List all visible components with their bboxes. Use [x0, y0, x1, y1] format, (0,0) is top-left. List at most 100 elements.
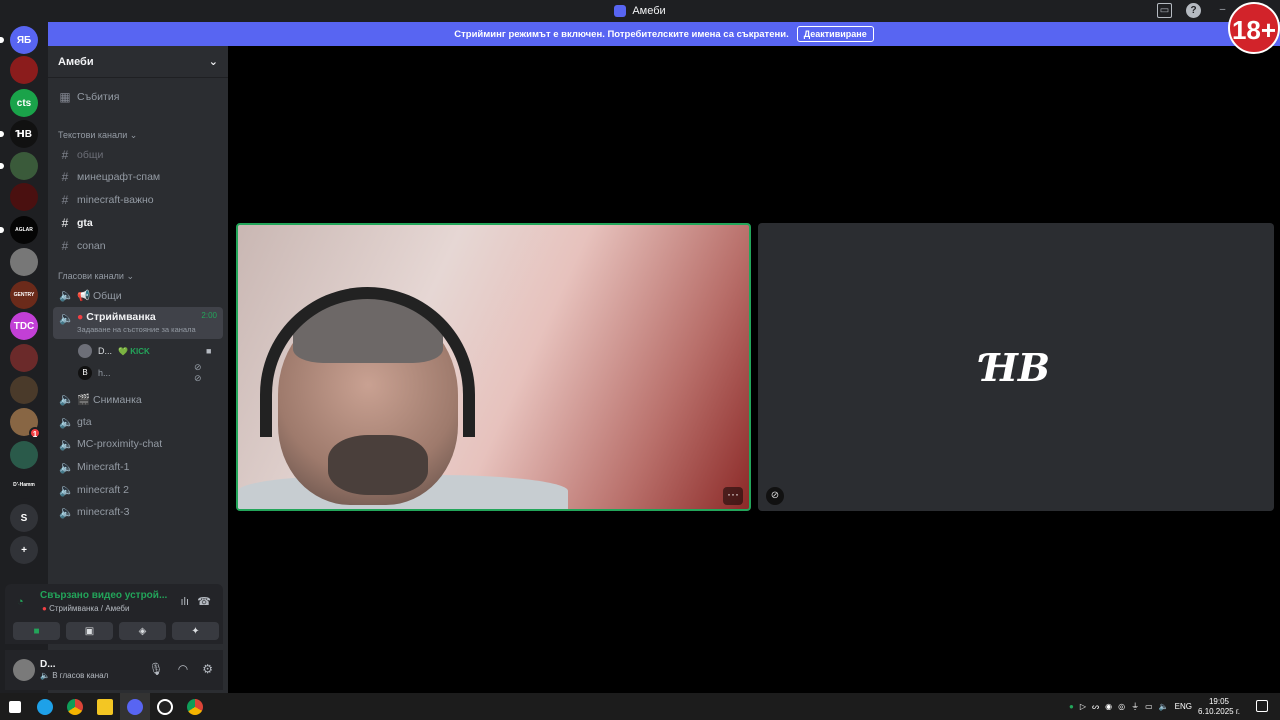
- server-icon[interactable]: ЯБ: [0, 26, 38, 54]
- obs-icon[interactable]: [150, 693, 180, 720]
- hash-icon: #: [61, 170, 69, 184]
- video-tile-avatar[interactable]: ꞪB ⊘: [758, 223, 1274, 511]
- deactivate-button[interactable]: Деактивиране: [796, 26, 874, 42]
- voice-channel-minecraft-2[interactable]: 🔈 minecraft 2: [53, 479, 223, 501]
- server-icon-label: ЯБ: [16, 34, 32, 46]
- voice-channel-mc-proximity[interactable]: 🔈 MC-proximity-chat: [53, 433, 223, 455]
- channel-obshti[interactable]: # общи: [53, 144, 223, 166]
- voice-channels-category[interactable]: Гласови канали ⌄: [58, 271, 134, 282]
- server-icon[interactable]: +: [10, 536, 38, 564]
- channel-conan[interactable]: # conan: [53, 235, 223, 257]
- tray-play-icon[interactable]: ▷: [1080, 702, 1086, 711]
- activities-button[interactable]: ◈: [119, 622, 166, 640]
- voice-channel-streaming[interactable]: 🔈 ● Стриймванка 2:00 Задаване на състоян…: [53, 307, 223, 339]
- live-dot-icon: ●: [77, 311, 84, 323]
- server-icon[interactable]: [10, 248, 38, 276]
- server-icon[interactable]: S: [10, 504, 38, 532]
- streamer-mode-banner: Стрийминг режимът е включен. Потребителс…: [48, 22, 1280, 46]
- server-icon[interactable]: TDC: [10, 312, 38, 340]
- server-icon-label: D'-Hamm: [13, 482, 35, 488]
- title-bar: Амеби ▭ ? –: [0, 0, 1280, 22]
- tray-usb-icon[interactable]: ⏚: [1131, 701, 1139, 712]
- microphone-icon[interactable]: 🎙: [149, 662, 164, 676]
- voice-channel-snimanka[interactable]: 🔈 🎬 Сниманка: [53, 388, 223, 410]
- discord-taskbar-icon[interactable]: [120, 693, 150, 720]
- server-icon[interactable]: [0, 152, 38, 180]
- age-rating-badge: 18+: [1228, 2, 1280, 54]
- voice-channel-minecraft-3[interactable]: 🔈 minecraft-3: [53, 501, 223, 523]
- speaker-icon: 🔈: [59, 415, 74, 429]
- tray-chrome-icon[interactable]: ◉: [1105, 702, 1112, 711]
- soundboard-icon[interactable]: ılı: [180, 596, 189, 608]
- tray-network-icon[interactable]: ▭: [1145, 702, 1153, 711]
- file-explorer-icon[interactable]: [90, 693, 120, 720]
- channel-minecraft-spam[interactable]: # минецрафт-спам: [53, 166, 223, 188]
- channel-status-prompt[interactable]: Задаване на състояние за канала: [77, 325, 223, 334]
- avatar: B: [78, 366, 92, 380]
- server-icon[interactable]: AGLAR: [0, 216, 38, 244]
- unread-pill: [0, 37, 4, 43]
- disconnect-icon[interactable]: ☎: [197, 595, 211, 608]
- tray-volume-icon[interactable]: 🔈: [1159, 702, 1169, 711]
- screen-share-button[interactable]: ▣: [66, 622, 113, 640]
- server-icon-label: S: [20, 512, 28, 524]
- hash-icon: #: [61, 239, 69, 253]
- tray-back-icon[interactable]: ᔕ: [1092, 702, 1099, 711]
- clock[interactable]: 19:05 6.10.2025 г.: [1198, 697, 1240, 717]
- speaker-icon: 🔈: [59, 437, 74, 451]
- server-icon[interactable]: ꞪB: [0, 120, 38, 148]
- edge-icon[interactable]: [30, 693, 60, 720]
- events-item[interactable]: ▦ Събития: [53, 86, 223, 108]
- avatar[interactable]: [13, 659, 35, 681]
- chrome-icon-2[interactable]: [180, 693, 210, 720]
- inbox-icon[interactable]: ▭: [1157, 3, 1172, 18]
- video-tile-speaking[interactable]: ···: [236, 223, 751, 511]
- server-header[interactable]: Амеби ⌄: [48, 46, 228, 78]
- camera-button[interactable]: ■: [13, 622, 60, 640]
- speaker-icon: 🔈: [59, 311, 74, 325]
- chrome-icon[interactable]: [60, 693, 90, 720]
- voice-channel-obshti[interactable]: 🔈 📢 Общи: [53, 284, 223, 306]
- tray-status-icon[interactable]: ●: [1069, 702, 1074, 711]
- server-icon[interactable]: [10, 56, 38, 84]
- server-icon[interactable]: cts: [10, 89, 38, 117]
- server-icon[interactable]: [10, 183, 38, 211]
- text-channels-category[interactable]: Текстови канали ⌄: [58, 130, 137, 141]
- server-icon[interactable]: [10, 441, 38, 469]
- voice-status[interactable]: Свързано видео устрой...: [40, 590, 167, 601]
- voice-connection-panel: ◔ Свързано видео устрой... ● Стриймванка…: [5, 584, 223, 644]
- more-options-button[interactable]: ···: [723, 487, 743, 505]
- server-icon[interactable]: GENTRY: [10, 281, 38, 309]
- user-status: 🔈 В гласов канал: [40, 671, 109, 680]
- server-icon-label: +: [21, 544, 27, 556]
- server-icon[interactable]: [10, 376, 38, 404]
- tray-steam-icon[interactable]: ◎: [1118, 702, 1125, 711]
- server-icon[interactable]: 1: [10, 408, 41, 439]
- user-name[interactable]: D...: [40, 659, 56, 670]
- video-beard: [328, 435, 428, 495]
- voice-channel-minecraft-1[interactable]: 🔈 Minecraft-1: [53, 456, 223, 478]
- voice-channel-gta[interactable]: 🔈 gta: [53, 411, 223, 433]
- channel-minecraft-vazhno[interactable]: # minecraft-важно: [53, 189, 223, 211]
- server-icon[interactable]: [10, 344, 38, 372]
- app-icon: [614, 5, 627, 17]
- calendar-icon: ▦: [59, 90, 71, 104]
- server-icon-label: ꞪB: [15, 128, 33, 140]
- help-icon[interactable]: ?: [1186, 3, 1201, 18]
- server-icon[interactable]: D'-Hamm: [10, 471, 38, 499]
- headphones-icon[interactable]: ◠: [178, 662, 188, 676]
- gear-icon[interactable]: ⚙: [202, 662, 213, 676]
- minimize-button[interactable]: –: [1215, 3, 1230, 18]
- voice-member[interactable]: D... 💚 KICK ■: [78, 344, 211, 358]
- effects-button[interactable]: ✦: [172, 622, 219, 640]
- language-indicator[interactable]: ENG: [1175, 702, 1192, 711]
- user-avatar-logo: ꞪB: [981, 344, 1051, 390]
- speaker-icon: 🔈: [59, 288, 74, 302]
- server-name: Амеби: [58, 55, 94, 68]
- channel-gta[interactable]: # gta: [53, 212, 223, 234]
- start-button[interactable]: [0, 693, 30, 720]
- notifications-icon[interactable]: [1256, 700, 1268, 712]
- signal-icon[interactable]: ◔: [17, 596, 24, 608]
- hash-icon: #: [61, 193, 69, 207]
- voice-member[interactable]: B h... ⊘ ⊘: [78, 362, 202, 383]
